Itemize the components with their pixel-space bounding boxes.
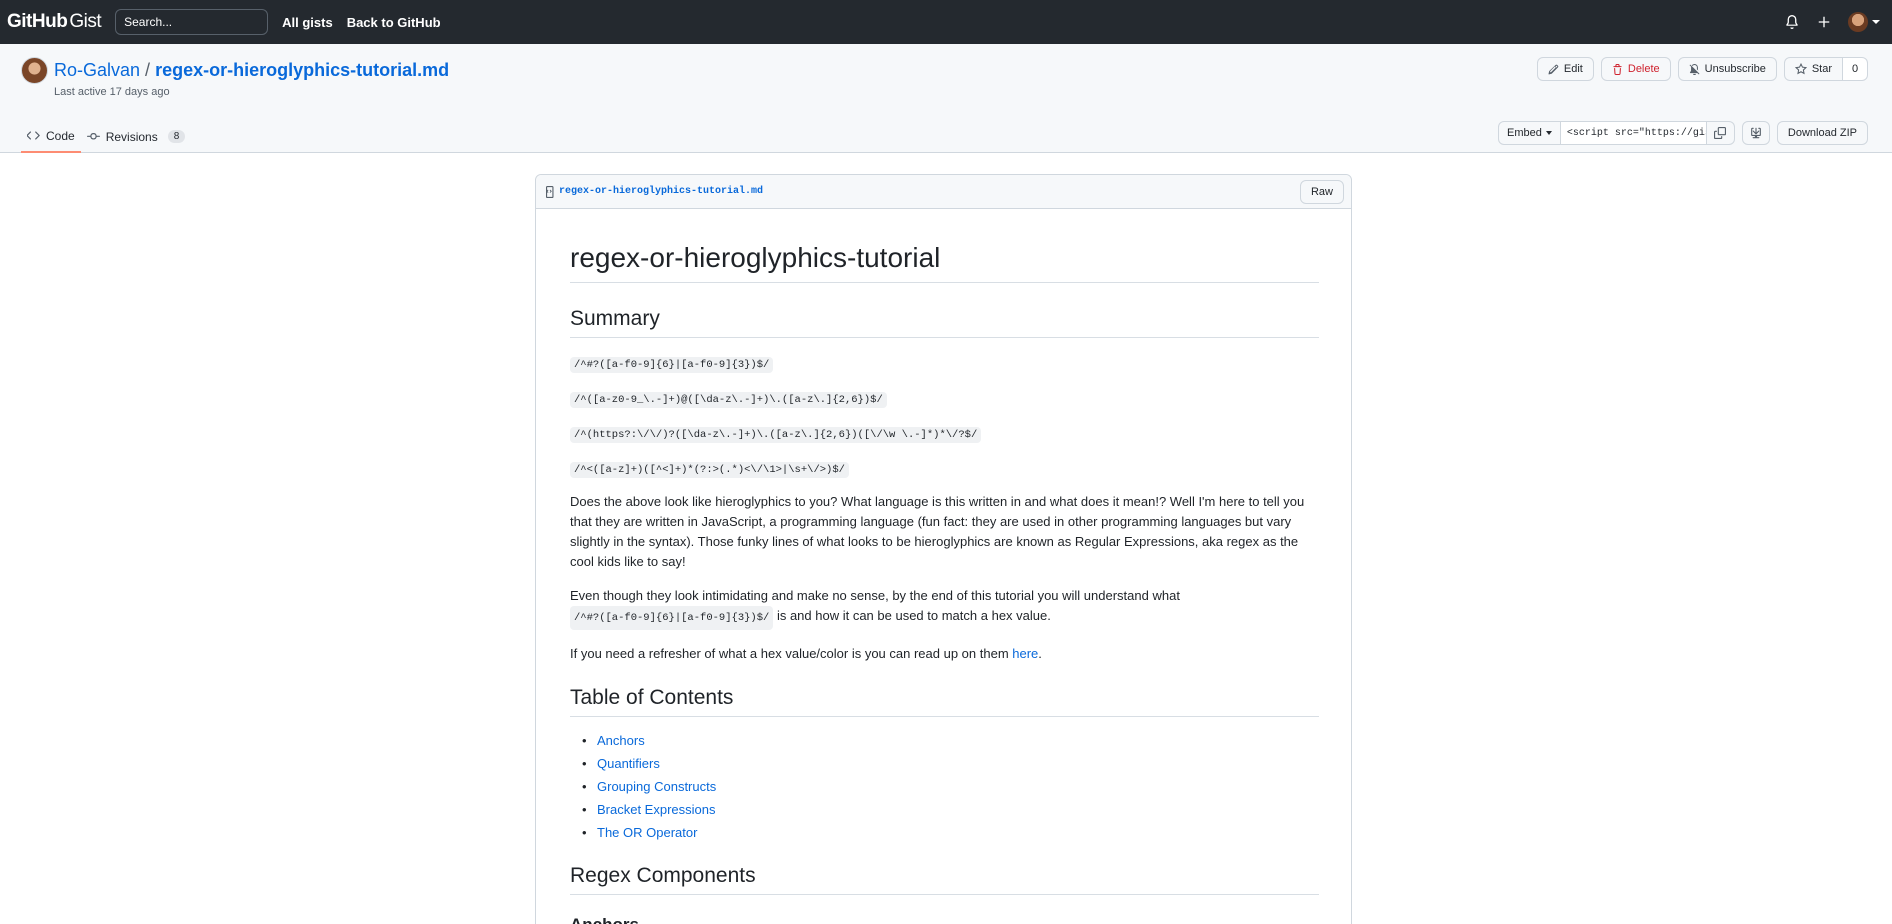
github-gist-logo[interactable]: GitHub Gist <box>7 11 102 33</box>
regex-html-tag: /^<([a-z]+)([^<]+)*(?:>(.*)<\/\1>|\s+\/>… <box>570 462 849 478</box>
toc-list: Anchors Quantifiers Grouping Constructs … <box>570 729 1319 844</box>
tab-revisions-label: Revisions <box>105 129 158 144</box>
pencil-icon <box>1548 64 1559 74</box>
owner-avatar[interactable] <box>21 57 48 84</box>
markdown-body: regex-or-hieroglyphics-tutorial Summary … <box>570 209 1319 924</box>
revisions-count: 8 <box>167 130 186 143</box>
logo-sub: Gist <box>69 11 102 32</box>
star-label: Star <box>1811 63 1832 75</box>
title-separator: / <box>145 60 151 80</box>
list-item: Quantifiers <box>570 752 1319 775</box>
intro-paragraph: Does the above look like hieroglyphics t… <box>570 494 1305 569</box>
bell-icon[interactable] <box>1784 14 1800 30</box>
trash-icon <box>1613 63 1622 75</box>
inline-regex-hex: /^#?([a-f0-9]{6}|[a-f0-9]{3})$/ <box>570 606 774 630</box>
top-header: GitHub Gist Search... All gists Back to … <box>0 0 1892 44</box>
toc-link-bracket-expressions[interactable]: Bracket Expressions <box>597 802 716 817</box>
all-gists-link[interactable]: All gists <box>282 15 333 30</box>
delete-label: Delete <box>1627 63 1660 75</box>
tutorial-text-before: Even though they look intimidating and m… <box>570 588 1180 603</box>
toc-heading: Table of Contents <box>570 686 1319 717</box>
embed-label: Embed <box>1507 127 1542 139</box>
star-group: Star 0 <box>1783 57 1868 81</box>
star-button[interactable]: Star <box>1783 57 1843 81</box>
file-box: regex-or-hieroglyphics-tutorial.md Raw r… <box>535 174 1352 924</box>
toc-link-quantifiers[interactable]: Quantifiers <box>597 756 660 771</box>
here-link[interactable]: here <box>1012 646 1038 661</box>
copy-button[interactable] <box>1706 121 1735 145</box>
open-desktop-button[interactable] <box>1741 121 1770 145</box>
regex-email: /^([a-z0-9_\.-]+)@([\da-z\.-]+)\.([a-z\.… <box>570 392 887 408</box>
gist-header: Ro-Galvan / regex-or-hieroglyphics-tutor… <box>0 44 1892 153</box>
download-zip-label: Download ZIP <box>1787 127 1857 139</box>
file-header: regex-or-hieroglyphics-tutorial.md Raw <box>536 175 1351 209</box>
regex-url: /^(https?:\/\/)?([\da-z\.-]+)\.([a-z\.]{… <box>570 427 982 443</box>
toc-link-or-operator[interactable]: The OR Operator <box>597 825 697 840</box>
download-zip-button[interactable]: Download ZIP <box>1776 121 1868 145</box>
owner-link[interactable]: Ro-Galvan <box>54 60 140 81</box>
desktop-download-icon <box>1751 127 1761 139</box>
logo-main: GitHub <box>7 11 68 32</box>
tutorial-text-after: is and how it can be used to match a hex… <box>773 608 1051 623</box>
user-avatar[interactable] <box>1848 12 1868 32</box>
raw-button[interactable]: Raw <box>1299 179 1344 204</box>
code-icon <box>27 131 40 140</box>
star-icon <box>1794 63 1807 75</box>
back-to-github-link[interactable]: Back to GitHub <box>347 15 441 30</box>
star-count[interactable]: 0 <box>1843 57 1868 81</box>
list-item: The OR Operator <box>570 821 1319 844</box>
summary-heading: Summary <box>570 307 1319 338</box>
embed-url-input[interactable]: <script src="https://gist.github.com/Ro-… <box>1560 121 1707 145</box>
tutorial-paragraph: Even though they look intimidating and m… <box>570 586 1319 630</box>
tab-code[interactable]: Code <box>21 120 81 153</box>
refresher-paragraph: If you need a refresher of what a hex va… <box>570 644 1319 664</box>
document-title: regex-or-hieroglyphics-tutorial <box>570 242 1319 283</box>
list-item: Bracket Expressions <box>570 798 1319 821</box>
unsubscribe-button[interactable]: Unsubscribe <box>1677 57 1777 81</box>
chevron-down-icon[interactable] <box>1872 20 1880 24</box>
regex-hex: /^#?([a-f0-9]{6}|[a-f0-9]{3})$/ <box>570 357 774 373</box>
tab-revisions[interactable]: Revisions 8 <box>81 120 192 153</box>
regex-components-heading: Regex Components <box>570 864 1319 895</box>
refresher-period: . <box>1038 646 1042 661</box>
toc-link-anchors[interactable]: Anchors <box>597 733 645 748</box>
plus-icon[interactable] <box>1816 14 1832 30</box>
git-commit-icon <box>86 133 100 140</box>
file-name-link[interactable]: regex-or-hieroglyphics-tutorial.md <box>559 186 763 197</box>
edit-label: Edit <box>1563 63 1583 75</box>
file-code-icon <box>546 185 554 198</box>
gist-name-link[interactable]: regex-or-hieroglyphics-tutorial.md <box>155 60 449 81</box>
embed-dropdown[interactable]: Embed <box>1498 121 1561 145</box>
edit-button[interactable]: Edit <box>1536 57 1594 81</box>
gist-tabs: Code Revisions 8 <box>21 120 191 153</box>
gist-title: Ro-Galvan / regex-or-hieroglyphics-tutor… <box>54 60 449 81</box>
search-input[interactable]: Search... <box>115 9 269 35</box>
unsubscribe-label: Unsubscribe <box>1704 63 1766 75</box>
search-placeholder: Search... <box>124 15 173 29</box>
last-active-text: Last active 17 days ago <box>54 86 170 98</box>
tab-code-label: Code <box>46 128 75 143</box>
bell-slash-icon <box>1689 63 1699 75</box>
copy-icon <box>1714 127 1727 139</box>
refresher-text: If you need a refresher of what a hex va… <box>570 646 1013 661</box>
list-item: Grouping Constructs <box>570 775 1319 798</box>
embed-group: Embed <script src="https://gist.github.c… <box>1498 121 1735 145</box>
list-item: Anchors <box>570 729 1319 752</box>
anchors-heading: Anchors <box>570 915 1319 924</box>
toc-link-grouping-constructs[interactable]: Grouping Constructs <box>597 779 716 794</box>
delete-button[interactable]: Delete <box>1600 57 1671 81</box>
chevron-down-icon <box>1545 131 1552 135</box>
